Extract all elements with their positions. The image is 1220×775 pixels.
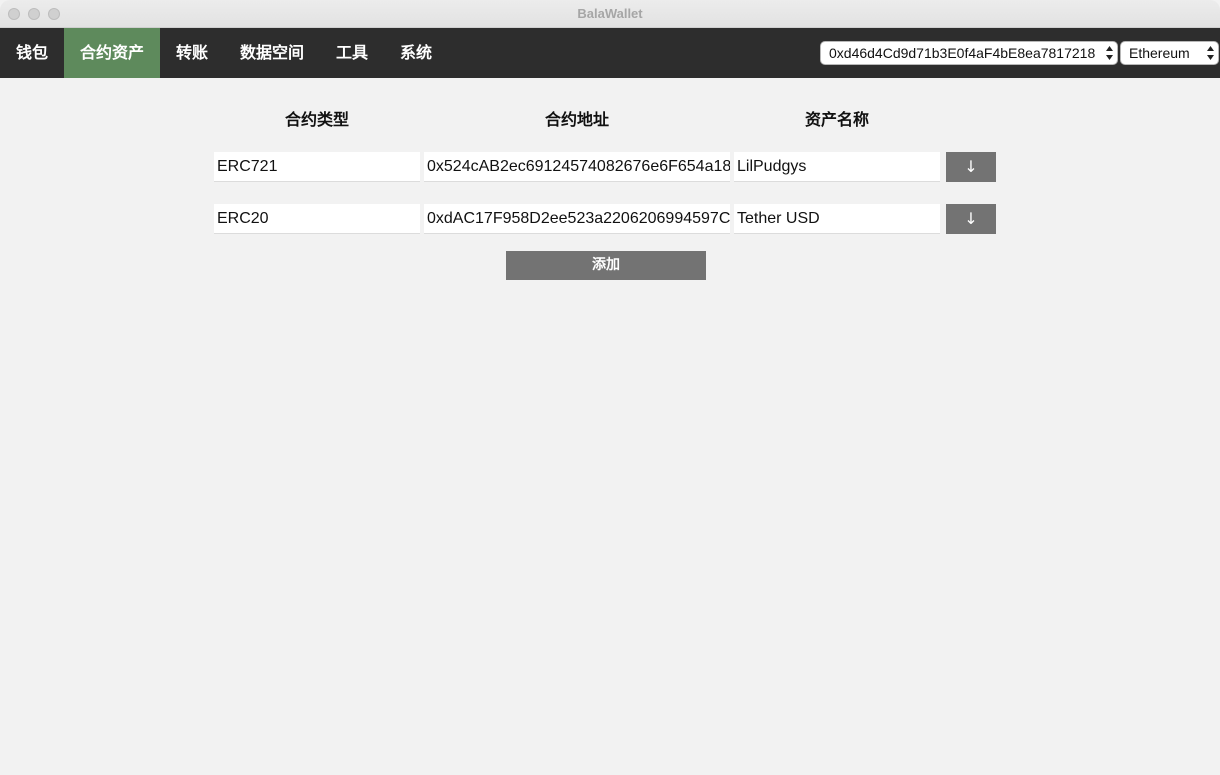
move-down-button[interactable]: ↓ xyxy=(946,204,996,234)
header-contract-type: 合约类型 xyxy=(284,110,349,129)
arrow-down-icon: ↓ xyxy=(964,209,978,228)
move-down-button[interactable]: ↓ xyxy=(946,152,996,182)
select-arrows-icon xyxy=(1106,46,1113,60)
asset-name-field[interactable]: Tether USD xyxy=(734,204,940,234)
contract-type-field[interactable]: ERC20 xyxy=(214,204,420,234)
nav-item-transfer[interactable]: 转账 xyxy=(160,28,224,78)
window-title: BalaWallet xyxy=(577,6,643,21)
nav-item-contract-assets[interactable]: 合约资产 xyxy=(64,28,160,78)
network-select-value: Ethereum xyxy=(1129,45,1190,61)
top-navigation: 钱包 合约资产 转账 数据空间 工具 系统 0xd46d4Cd9d71b3E0f… xyxy=(0,28,1220,78)
arrow-down-icon: ↓ xyxy=(964,157,978,176)
account-select-value: 0xd46d4Cd9d71b3E0f4aF4bE8ea7817218 xyxy=(829,45,1096,61)
nav-item-data-space[interactable]: 数据空间 xyxy=(224,28,320,78)
contract-type-field[interactable]: ERC721 xyxy=(214,152,420,182)
header-contract-address: 合约地址 xyxy=(544,110,609,129)
network-select[interactable]: Ethereum xyxy=(1120,41,1219,65)
nav-item-system[interactable]: 系统 xyxy=(384,28,448,78)
asset-name-field[interactable]: LilPudgys xyxy=(734,152,940,182)
contract-address-field[interactable]: 0x524cAB2ec69124574082676e6F654a18 xyxy=(424,152,730,182)
add-button[interactable]: 添加 xyxy=(506,251,706,280)
header-asset-name: 资产名称 xyxy=(804,110,869,129)
nav-item-wallet[interactable]: 钱包 xyxy=(0,28,64,78)
account-select[interactable]: 0xd46d4Cd9d71b3E0f4aF4bE8ea7817218 xyxy=(820,41,1118,65)
title-bar: BalaWallet xyxy=(0,0,1220,28)
contract-address-field[interactable]: 0xdAC17F958D2ee523a2206206994597C13D831e… xyxy=(424,204,730,234)
nav-item-tools[interactable]: 工具 xyxy=(320,28,384,78)
select-arrows-icon xyxy=(1207,46,1214,60)
